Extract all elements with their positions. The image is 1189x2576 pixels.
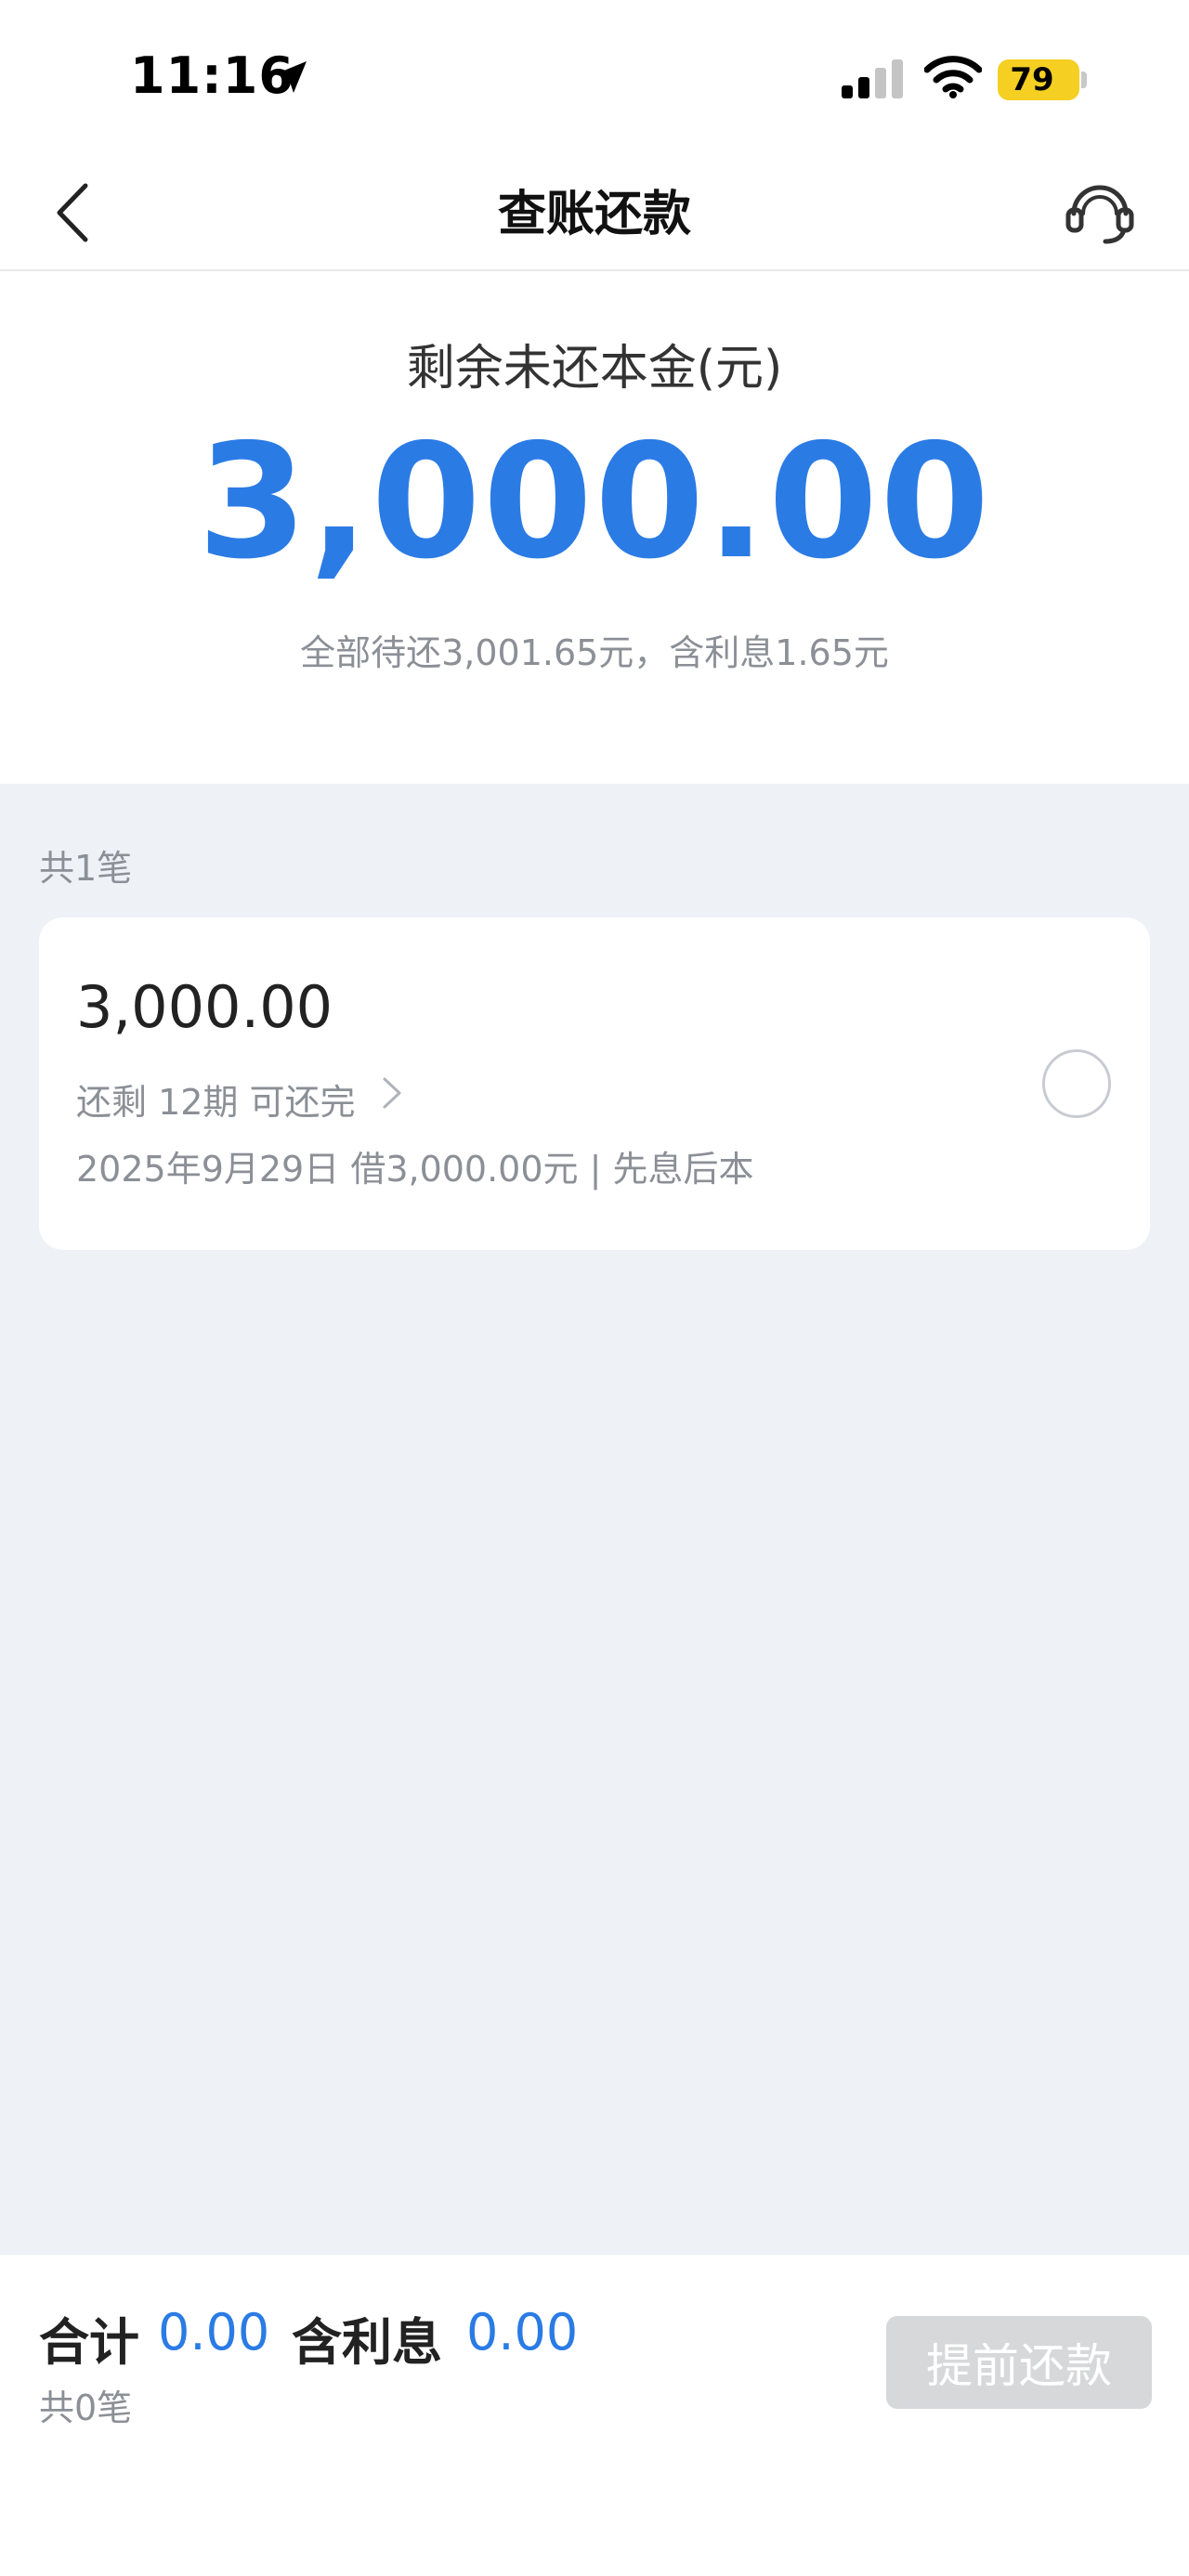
balance-summary: 剩余未还本金(元) 3,000.00 全部待还3,001.65元，含利息1.65… — [0, 271, 1189, 784]
bottom-bar: 合计 0.00 含利息 0.00 共0笔 提前还款 — [0, 2255, 1189, 2576]
loan-term-link[interactable]: 还剩 12期 可还完 — [76, 1073, 356, 1125]
loan-detail: 2025年9月29日 借3,000.00元 | 先息后本 — [76, 1149, 754, 1190]
total-label: 合计 — [39, 2313, 139, 2372]
selected-count: 共0笔 — [39, 2387, 133, 2428]
cellular-signal-icon — [842, 59, 903, 98]
battery-icon: 79 — [998, 59, 1079, 100]
remaining-principal-amount: 3,000.00 — [197, 410, 992, 594]
customer-service-button[interactable] — [1065, 176, 1135, 247]
total-value: 0.00 — [158, 2303, 270, 2361]
location-arrow-icon — [275, 61, 307, 93]
customer-service-headset-icon — [1065, 185, 1134, 244]
remaining-principal-label: 剩余未还本金(元) — [406, 341, 783, 397]
battery-cap — [1081, 72, 1087, 88]
interest-value: 0.00 — [466, 2303, 579, 2361]
battery-level: 79 — [1010, 61, 1054, 98]
chevron-right-icon[interactable] — [381, 1075, 403, 1111]
status-time: 11:16 — [130, 46, 294, 105]
interest-label: 含利息 — [292, 2313, 442, 2372]
nav-bar: 查账还款 — [0, 139, 1189, 271]
prepay-button[interactable]: 提前还款 — [886, 2316, 1152, 2409]
total-due-note: 全部待还3,001.65元，含利息1.65元 — [300, 632, 889, 673]
page-title: 查账还款 — [497, 187, 691, 242]
status-bar: 11:16 79 — [0, 0, 1189, 158]
loan-count-label: 共1笔 — [39, 848, 133, 889]
loan-amount: 3,000.00 — [76, 973, 333, 1041]
wifi-icon — [924, 56, 982, 98]
loan-select-radio[interactable] — [1042, 1049, 1111, 1118]
loan-card[interactable]: 3,000.00 还剩 12期 可还完 2025年9月29日 借3,000.00… — [39, 917, 1150, 1250]
